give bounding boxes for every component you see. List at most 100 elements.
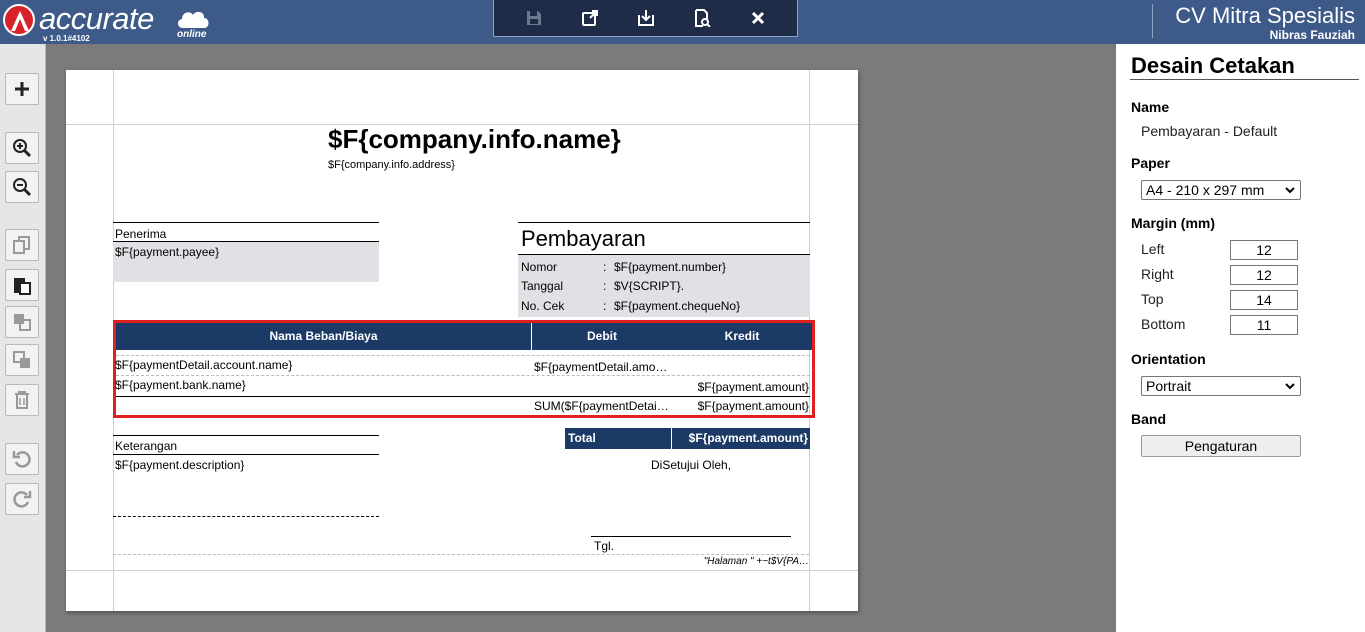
sum-line [116,396,810,397]
info-date-sep: : [603,279,607,293]
copy-button[interactable] [5,229,39,261]
col-header-kredit[interactable]: Kredit [672,323,812,350]
panel-title: Desain Cetakan [1131,53,1295,78]
signature-line [591,536,791,537]
logo-suffix: online [177,29,207,40]
undo-button[interactable] [5,443,39,475]
info-cheque-sep: : [603,299,607,313]
user-name: Nibras Fauziah [1269,28,1355,42]
margin-top-label: Top [1141,291,1164,307]
close-icon [751,11,765,25]
paper-select[interactable]: A4 - 210 x 297 mm [1141,180,1301,200]
title-top-line [518,222,810,223]
row2-bank-name[interactable]: $F{payment.bank.name} [115,378,246,392]
margin-right-input[interactable]: 12 [1230,265,1298,285]
bring-front-button[interactable] [5,306,39,338]
export-button[interactable] [577,6,603,30]
margin-left-input[interactable]: 12 [1230,240,1298,260]
notes-top-line [113,435,379,436]
notes-bottom-dash [113,516,379,517]
tool-strip [0,44,46,632]
info-cheque-value[interactable]: $F{payment.chequeNo} [614,299,740,313]
date-label[interactable]: Tgl. [594,539,614,553]
sum-debit[interactable]: SUM($F{paymentDetai… [534,399,669,413]
print-page[interactable]: $F{company.info.name} $F{company.info.ad… [66,70,858,611]
footer-top-dash [113,554,809,555]
company-name-field[interactable]: $F{company.info.name} [328,124,621,155]
orientation-select[interactable]: Portrait [1141,376,1301,396]
zoom-out-icon [13,178,32,197]
band-settings-button[interactable]: Pengaturan [1141,435,1301,457]
paper-label: Paper [1131,155,1170,171]
info-date-value[interactable]: $V{SCRIPT}. [614,279,684,293]
margin-bottom-input[interactable]: 11 [1230,315,1298,335]
company-name: CV Mitra Spesialis [1175,3,1355,28]
undo-icon [12,451,31,468]
zoom-in-icon [13,139,32,158]
col-header-name[interactable]: Nama Beban/Biaya [116,323,531,350]
payee-value[interactable]: $F{payment.payee} [115,245,219,259]
notes-label[interactable]: Keterangan [115,439,177,453]
header-divider [1152,4,1153,38]
import-button[interactable] [633,6,659,30]
info-number-label[interactable]: Nomor [521,260,557,274]
info-cheque-label[interactable]: No. Cek [521,299,564,313]
col-header-debit[interactable]: Debit [532,323,672,350]
export-icon [582,10,598,26]
import-icon [638,10,654,26]
delete-button[interactable] [5,384,39,416]
bring-front-icon [14,314,31,331]
row1-bottom-dash [116,375,810,376]
preview-button[interactable] [689,6,715,30]
approved-by[interactable]: DiSetujui Oleh, [651,458,731,472]
logo-badge [3,4,35,36]
plus-icon [15,82,29,96]
name-label: Name [1131,99,1170,115]
send-back-button[interactable] [5,344,39,376]
page-number-expr[interactable]: "Halaman " +~t$V{PA… [704,556,809,567]
chevron-down-icon [1285,187,1295,194]
paper-select-value: A4 - 210 x 297 mm [1146,182,1265,198]
info-number-sep: : [603,260,607,274]
save-icon [527,11,541,25]
orientation-select-value: Portrait [1146,378,1192,394]
row1-account-name[interactable]: $F{paymentDetail.account.name} [115,358,292,372]
paste-icon [14,278,31,295]
panel-title-rule [1130,79,1359,80]
row1-debit[interactable]: $F{paymentDetail.amo… [534,360,667,374]
copy-icon [13,236,30,254]
zoom-out-button[interactable] [5,171,39,203]
notes-mid-line [113,454,379,455]
band-label: Band [1131,411,1166,427]
redo-icon [13,491,32,508]
row2-kredit[interactable]: $F{payment.amount} [698,380,809,394]
payee-top-line [113,222,379,223]
chevron-down-icon [1285,383,1295,390]
company-block: CV Mitra Spesialis Nibras Fauziah [1175,3,1355,41]
zoom-in-button[interactable] [5,132,39,164]
notes-value[interactable]: $F{payment.description} [115,458,244,472]
trash-icon [15,391,29,409]
close-button[interactable] [745,6,771,30]
send-back-icon [13,351,30,368]
company-address-field[interactable]: $F{company.info.address} [328,159,455,171]
sum-kredit[interactable]: $F{payment.amount} [698,399,809,413]
doc-title[interactable]: Pembayaran [521,226,646,252]
margin-bottom-label: Bottom [1141,316,1186,332]
orientation-label: Orientation [1131,351,1206,367]
margin-top-input[interactable]: 14 [1230,290,1298,310]
info-number-value[interactable]: $F{payment.number} [614,260,726,274]
info-date-label[interactable]: Tanggal [521,279,563,293]
name-value: Pembayaran - Default [1141,123,1278,139]
add-element-button[interactable] [5,73,39,105]
margin-left-label: Left [1141,241,1165,257]
paste-button[interactable] [5,269,39,301]
total-label[interactable]: Total [565,428,671,449]
preview-icon [695,9,711,27]
margin-label: Margin (mm) [1131,215,1215,231]
payee-label[interactable]: Penerima [115,227,166,241]
total-value[interactable]: $F{payment.amount} [672,428,810,449]
save-button[interactable] [521,6,547,30]
redo-button[interactable] [5,483,39,515]
row1-top-dash [116,355,810,356]
